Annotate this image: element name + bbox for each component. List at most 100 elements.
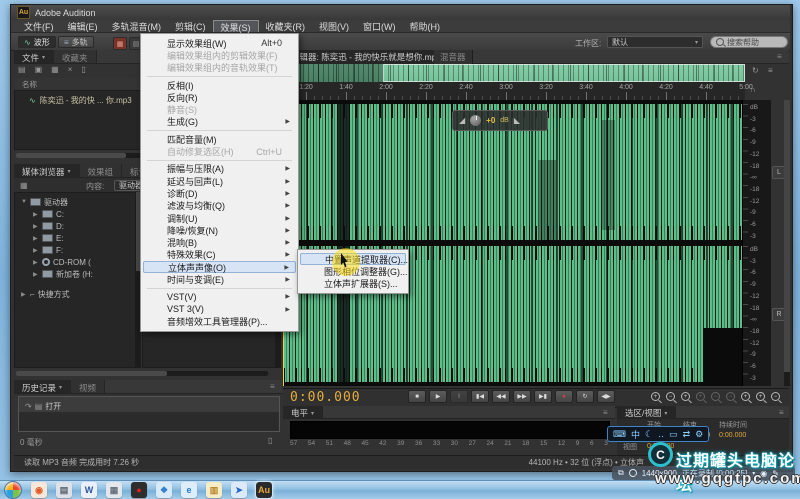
media-scrollbar[interactable] [16, 371, 268, 376]
media-player-icon[interactable]: ❖ [156, 482, 172, 498]
menubar-item-1[interactable]: 编辑(E) [61, 20, 105, 32]
skip-to-start-button[interactable]: ▮◀ [471, 390, 489, 403]
media-panel-tab-1[interactable]: 效果组 [80, 164, 123, 177]
thunder-icon[interactable]: ➤ [231, 482, 247, 498]
menubar-item-6[interactable]: 视图(V) [312, 20, 356, 32]
tree-expand-icon[interactable]: ▶ [33, 247, 39, 254]
help-search-input[interactable]: 搜索帮助 [710, 36, 788, 48]
start-button[interactable] [4, 481, 22, 499]
fade-out-icon[interactable]: ◣ [514, 116, 520, 125]
spectral-frequency-icon[interactable]: ▦ [113, 37, 127, 50]
effects-menu-item-4[interactable]: 反相(I) [141, 79, 298, 91]
effects-menu-item-15[interactable]: 滤波与均衡(Q)▶ [141, 200, 298, 212]
time-display[interactable]: 0:00.000 [290, 390, 361, 405]
effects-menu-item-17[interactable]: 降噪/恢复(N)▶ [141, 224, 298, 236]
effects-menu-item-19[interactable]: 特殊效果(C)▶ [141, 249, 298, 261]
tree-shortcuts[interactable]: ▶⌐快捷方式 [21, 288, 135, 300]
settings-wrench-icon[interactable]: ⚙ [695, 429, 703, 440]
audition-taskbar-icon[interactable]: Au [256, 482, 272, 498]
selection-panel-menu-icon[interactable]: ≡ [779, 408, 796, 417]
tree-expand-icon[interactable]: ▼ [21, 199, 27, 205]
snap-magnet-icon[interactable]: ∩ [750, 85, 756, 94]
ime-language-bar[interactable]: ⌨中☾‥▭⇄⚙ [607, 426, 709, 442]
effects-menu-item-7[interactable]: 生成(G)▶ [141, 116, 298, 128]
effects-menu-item-13[interactable]: 延迟与回声(L)▶ [141, 175, 298, 187]
chinese-mode-icon[interactable]: 中 [631, 428, 640, 441]
effects-menu-item-18[interactable]: 混响(B)▶ [141, 236, 298, 248]
zoom-full-button[interactable]: + [680, 391, 692, 403]
zoom-out-button[interactable]: − [665, 391, 677, 403]
stereo-submenu-item-2[interactable]: 立体声扩展器(S)... [298, 278, 408, 290]
effects-menu-item-14[interactable]: 诊断(D)▶ [141, 187, 298, 199]
tree-drive-1[interactable]: ▶D: [21, 220, 135, 232]
menubar-item-7[interactable]: 窗口(W) [356, 20, 403, 32]
timeline-ruler[interactable]: 1:201:402:002:202:403:003:203:404:004:20… [283, 82, 745, 101]
effects-menu-item-21[interactable]: 时间与变调(E)▶ [141, 273, 298, 285]
recorder-zoom-icon[interactable] [629, 469, 637, 477]
tree-expand-icon[interactable]: ▶ [33, 211, 39, 218]
workspace-dropdown[interactable]: 默认 ▾ [607, 36, 703, 48]
effects-menu-item-9[interactable]: 匹配音量(M) [141, 133, 298, 145]
tree-expand-icon[interactable]: ▶ [33, 271, 39, 278]
play-button[interactable]: ▶ [429, 390, 447, 403]
fast-forward-button[interactable]: ▶▶ [513, 390, 531, 403]
multitrack-view-button[interactable]: ≡ 多轨 [58, 36, 94, 48]
effects-menu-item-20[interactable]: 立体声声像(O)▶ [143, 261, 296, 273]
vertical-zoom-scrollbar[interactable] [784, 100, 790, 386]
zoom-selection-out-button[interactable]: − [770, 391, 782, 403]
overview-view-range[interactable] [383, 64, 745, 82]
keyboard-icon[interactable]: ⌨ [613, 429, 626, 440]
effects-menu-item-0[interactable]: 显示效果组(W)Alt+0 [141, 37, 298, 49]
overview-refresh-icon[interactable]: ↻ [752, 66, 759, 75]
media-view-icon[interactable]: ▦ [20, 181, 28, 190]
word-icon[interactable]: W [81, 482, 97, 498]
skip-selection-button[interactable]: ◀▶ [597, 390, 615, 403]
levels-panel-tab-0[interactable]: 电平▾ [283, 406, 323, 418]
menubar-item-3[interactable]: 剪辑(C) [168, 20, 213, 32]
tree-expand-icon[interactable]: ▶ [33, 259, 39, 266]
insert-multitrack-icon[interactable]: ▯ [81, 65, 85, 77]
effects-menu-item-23[interactable]: VST(V)▶ [141, 291, 298, 303]
skip-to-end-button[interactable]: ▶▮ [534, 390, 552, 403]
screen-recorder-icon[interactable]: ◉ [31, 482, 47, 498]
menubar-item-5[interactable]: 收藏夹(R) [259, 20, 313, 32]
record-app-icon[interactable]: ● [131, 482, 147, 498]
editor-panel-menu-icon[interactable]: ≡ [777, 52, 796, 61]
gain-knob[interactable] [470, 115, 481, 126]
history-item[interactable]: ↷ ▤ 打开 [19, 397, 279, 412]
internet-explorer-icon[interactable]: e [181, 482, 197, 498]
tree-drive-0[interactable]: ▶C: [21, 208, 135, 220]
new-file-icon[interactable]: ▦ [51, 65, 59, 77]
tree-drive-5[interactable]: ▶新加卷 (H: [21, 268, 135, 280]
tree-drive-3[interactable]: ▶F: [21, 244, 135, 256]
effects-menu-item-16[interactable]: 调制(U)▶ [141, 212, 298, 224]
tree-drive-4[interactable]: ▶CD-ROM ( [21, 256, 135, 268]
close-file-icon[interactable]: × [68, 65, 73, 77]
import-file-icon[interactable]: ▣ [35, 65, 43, 77]
fullwidth-icon[interactable]: ☾ [645, 429, 653, 440]
menubar-item-8[interactable]: 帮助(H) [403, 20, 448, 32]
menubar-item-2[interactable]: 多轨混音(M) [105, 20, 169, 32]
punctuation-icon[interactable]: ‥ [658, 429, 664, 440]
files-panel-tab-0[interactable]: 文件▾ [14, 50, 54, 63]
selection-value[interactable]: 0:00.000 [719, 432, 771, 439]
organizer-icon[interactable]: ▥ [206, 482, 222, 498]
selection-panel-tab-0[interactable]: 选区/视图▾ [617, 406, 676, 418]
overview-menu-icon[interactable]: ≡ [768, 66, 773, 75]
title-bar[interactable]: Au Adobe Audition [11, 5, 790, 20]
effects-menu-item-12[interactable]: 振幅与压限(A)▶ [141, 163, 298, 175]
record-button[interactable]: ● [555, 390, 573, 403]
history-panel-tab-0[interactable]: 历史记录▾ [14, 380, 71, 393]
loop-playback-button[interactable]: ↻ [576, 390, 594, 403]
fade-in-icon[interactable]: ◢ [459, 116, 465, 125]
waveform-display[interactable] [283, 100, 742, 386]
menubar-item-4[interactable]: 效果(S) [213, 20, 259, 32]
effects-menu-item-25[interactable]: 音频增效工具管理器(P)... [141, 315, 298, 327]
soft-keyboard-icon[interactable]: ▭ [669, 429, 678, 440]
files-panel-tab-1[interactable]: 收藏夹 [54, 50, 97, 63]
tree-expand-icon[interactable]: ▶ [33, 235, 39, 242]
zoom-in-button[interactable]: + [650, 391, 662, 403]
media-panel-tab-0[interactable]: 媒体浏览器▾ [14, 164, 80, 177]
effects-menu-item-5[interactable]: 反向(R) [141, 91, 298, 103]
tree-drive-2[interactable]: ▶E: [21, 232, 135, 244]
